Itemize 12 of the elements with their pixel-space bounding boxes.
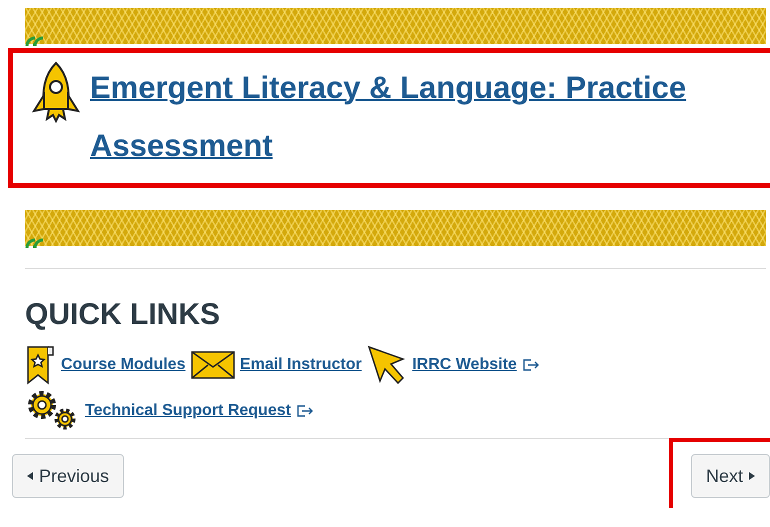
quick-link[interactable]: Technical Support Request [85,402,291,419]
next-button[interactable]: Next [690,454,770,498]
right-triangle-icon [749,472,755,480]
quick-link[interactable]: Course Modules [61,356,186,373]
section-heading: QUICK LINKS [25,297,221,332]
quick-link[interactable]: IRRC Website [412,356,517,373]
bookmark-star-icon [25,344,57,386]
page-title-link[interactable]: Emergent Literacy & Language: Practice Assessment [90,59,770,175]
quick-link[interactable]: Email Instructor [240,356,362,373]
left-triangle-icon [27,472,33,480]
envelope-icon [190,348,236,381]
previous-button[interactable]: Previous [12,454,124,498]
